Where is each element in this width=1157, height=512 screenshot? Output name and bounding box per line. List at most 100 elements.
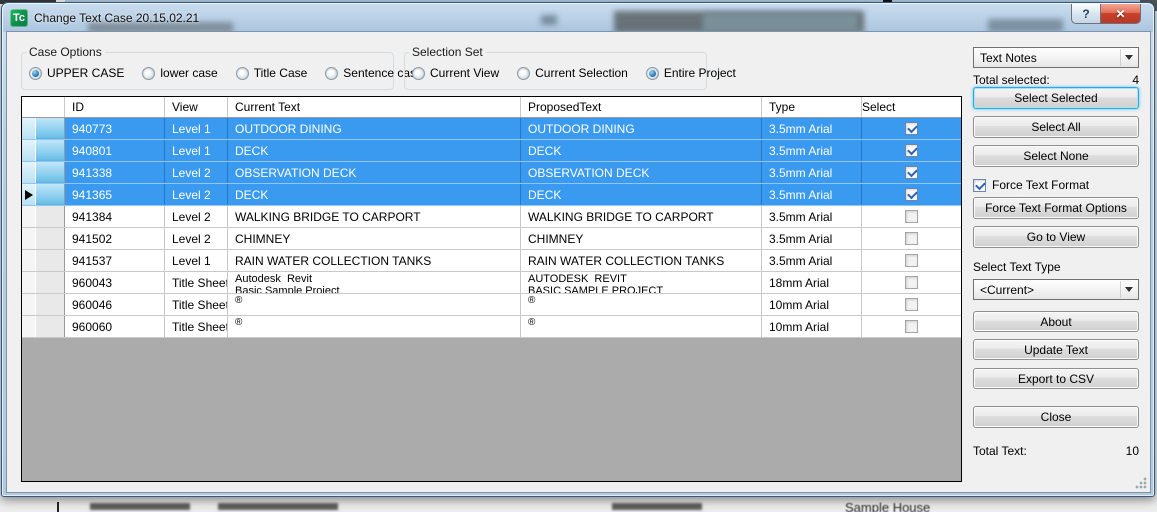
row-checkbox[interactable] (905, 166, 918, 179)
row-checkbox[interactable] (905, 298, 918, 311)
row-header[interactable] (22, 272, 65, 293)
table-row-current[interactable]: 941365 Level 2 DECK DECK 3.5mm Arial (22, 184, 961, 206)
cell-select (862, 250, 961, 271)
select-selected-button[interactable]: Select Selected (973, 87, 1139, 109)
app-icon: Tc (10, 9, 28, 27)
radio-button-icon (645, 66, 659, 80)
category-dropdown[interactable]: Text Notes (973, 47, 1139, 68)
table-row[interactable]: 940773 Level 1 OUTDOOR DINING OUTDOOR DI… (22, 118, 961, 140)
cell-type: 3.5mm Arial (762, 118, 862, 139)
cell-select (862, 162, 961, 183)
radio-current-selection[interactable]: Current Selection (517, 66, 628, 80)
cell-select (862, 140, 961, 161)
table-row[interactable]: 960060 Title Sheet ® ® 10mm Arial (22, 316, 961, 338)
cell-select (862, 272, 961, 293)
cell-type: 10mm Arial (762, 316, 862, 337)
titlebar-glass-blur (703, 13, 858, 31)
cell-current-text: WALKING BRIDGE TO CARPORT (228, 206, 521, 227)
cell-type: 3.5mm Arial (762, 250, 862, 271)
table-row[interactable]: 941537 Level 1 RAIN WATER COLLECTION TAN… (22, 250, 961, 272)
select-text-type-label: Select Text Type (973, 260, 1061, 274)
go-to-view-button[interactable]: Go to View (973, 226, 1139, 248)
table-row[interactable]: 941338 Level 2 OBSERVATION DECK OBSERVAT… (22, 162, 961, 184)
export-to-csv-button[interactable]: Export to CSV (973, 368, 1139, 389)
chevron-down-icon (1120, 281, 1137, 298)
cell-id: 941502 (65, 228, 165, 249)
row-checkbox[interactable] (905, 122, 918, 135)
cell-id: 960046 (65, 294, 165, 315)
row-header[interactable] (22, 228, 65, 249)
cell-type: 3.5mm Arial (762, 162, 862, 183)
total-text-label: Total Text: (973, 444, 1027, 458)
table-header-row: ID View Current Text ProposedText Type S… (22, 97, 961, 118)
row-header[interactable] (22, 184, 65, 205)
radio-button-icon (29, 66, 42, 80)
cell-id: 941365 (65, 184, 165, 205)
background-sample-house-text: Sample House (845, 500, 931, 512)
cell-view: Level 2 (165, 184, 228, 205)
row-header[interactable] (22, 140, 65, 161)
cell-id: 941338 (65, 162, 165, 183)
radio-title-case[interactable]: Title Case (235, 66, 307, 80)
cell-proposed-text: AUTODESK REVIT BASIC SAMPLE PROJECT (521, 272, 762, 293)
help-button[interactable]: ? (1071, 4, 1101, 24)
row-header[interactable] (22, 250, 65, 271)
table-row[interactable]: 940801 Level 1 DECK DECK 3.5mm Arial (22, 140, 961, 162)
cell-id: 940801 (65, 140, 165, 161)
row-header[interactable] (22, 118, 65, 139)
force-text-format-options-button[interactable]: Force Text Format Options (973, 197, 1139, 219)
cell-view: Title Sheet (165, 294, 228, 315)
close-window-button[interactable]: ✕ (1101, 4, 1141, 24)
row-checkbox[interactable] (905, 276, 918, 289)
force-text-format-checkbox[interactable]: Force Text Format (973, 178, 1089, 192)
background-app-bottom-strip: Sample House (0, 497, 1157, 512)
cell-current-text: DECK (228, 140, 521, 161)
row-header[interactable] (22, 316, 65, 337)
header-current-text[interactable]: Current Text (228, 97, 521, 117)
header-select[interactable]: Select (862, 97, 961, 117)
resize-grip[interactable] (1135, 477, 1147, 489)
radio-current-view[interactable]: Current View (412, 66, 499, 80)
row-checkbox[interactable] (905, 320, 918, 333)
radio-entire-project[interactable]: Entire Project (645, 66, 736, 80)
table-row[interactable]: 941502 Level 2 CHIMNEY CHIMNEY 3.5mm Ari… (22, 228, 961, 250)
header-type[interactable]: Type (762, 97, 862, 117)
cell-view: Level 1 (165, 250, 228, 271)
cell-current-text: ® (228, 294, 521, 315)
row-checkbox[interactable] (905, 188, 918, 201)
radio-button-icon (325, 66, 339, 80)
row-header[interactable] (22, 162, 65, 183)
row-checkbox[interactable] (905, 232, 918, 245)
update-text-button[interactable]: Update Text (973, 339, 1139, 360)
cell-proposed-text: WALKING BRIDGE TO CARPORT (521, 206, 762, 227)
cell-proposed-text: OBSERVATION DECK (521, 162, 762, 183)
radio-lower-case[interactable]: lower case (142, 66, 218, 80)
select-none-button[interactable]: Select None (973, 145, 1139, 167)
cell-id: 960060 (65, 316, 165, 337)
cell-select (862, 316, 961, 337)
row-header[interactable] (22, 294, 65, 315)
table-row[interactable]: 960046 Title Sheet ® ® 10mm Arial (22, 294, 961, 316)
text-type-dropdown[interactable]: <Current> (973, 279, 1139, 300)
row-checkbox[interactable] (905, 144, 918, 157)
cell-type: 3.5mm Arial (762, 206, 862, 227)
close-button[interactable]: Close (973, 406, 1139, 428)
dialog-titlebar[interactable]: Tc Change Text Case 20.15.02.21 (3, 4, 1153, 32)
selection-set-radios: Current View Current Selection Entire Pr… (412, 66, 754, 80)
header-view[interactable]: View (165, 97, 228, 117)
select-all-button[interactable]: Select All (973, 116, 1139, 138)
cell-current-text: OUTDOOR DINING (228, 118, 521, 139)
radio-upper-case[interactable]: UPPER CASE (29, 66, 124, 80)
table-row[interactable]: 960043 Title Sheet Autodesk Revit Basic S… (22, 272, 961, 294)
cell-view: Level 1 (165, 118, 228, 139)
row-checkbox[interactable] (905, 254, 918, 267)
header-id[interactable]: ID (65, 97, 165, 117)
about-button[interactable]: About (973, 311, 1139, 332)
radio-button-icon (142, 66, 156, 80)
row-checkbox[interactable] (905, 210, 918, 223)
radio-button-icon (412, 66, 425, 80)
row-header[interactable] (22, 206, 65, 227)
header-proposed-text[interactable]: ProposedText (521, 97, 762, 117)
table-row[interactable]: 941384 Level 2 WALKING BRIDGE TO CARPORT… (22, 206, 961, 228)
checkbox-icon (973, 178, 986, 192)
